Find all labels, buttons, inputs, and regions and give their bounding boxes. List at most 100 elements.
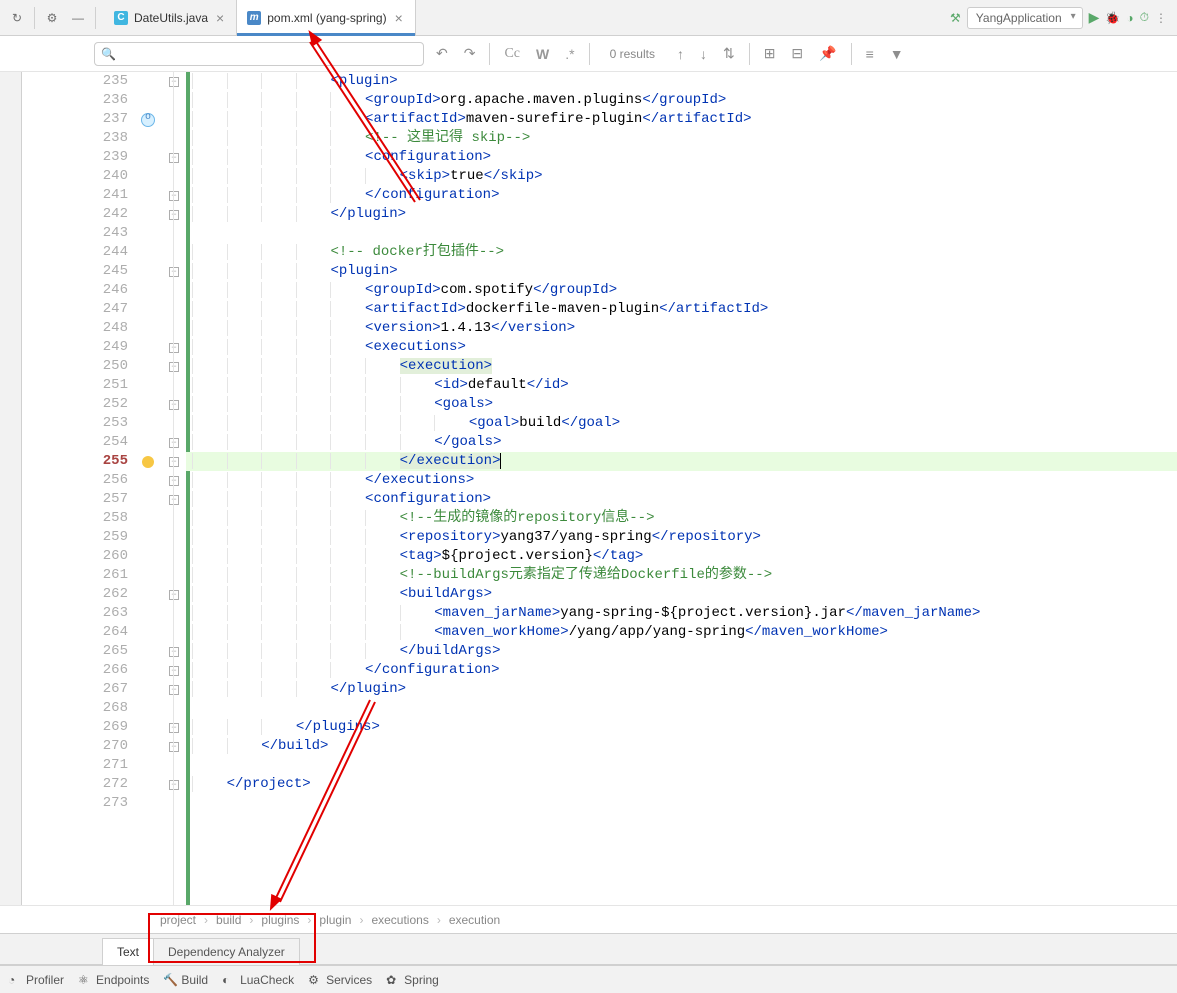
remove-selection-icon[interactable]: ⊟ bbox=[787, 45, 807, 62]
code-line[interactable]: </buildArgs> bbox=[186, 642, 1177, 661]
pin-icon[interactable]: 📌 bbox=[815, 45, 840, 62]
code-line[interactable]: <configuration> bbox=[186, 148, 1177, 167]
more-run-icon[interactable]: ⋮ bbox=[1155, 11, 1167, 25]
code-line[interactable]: </plugins> bbox=[186, 718, 1177, 737]
fold-toggle-icon[interactable]: − bbox=[169, 666, 179, 676]
fold-toggle-icon[interactable]: − bbox=[169, 343, 179, 353]
breadcrumb-item[interactable]: executions bbox=[371, 913, 428, 927]
view-tab[interactable]: Text bbox=[102, 938, 154, 965]
find-input[interactable] bbox=[120, 47, 417, 61]
editor-tab[interactable]: CDateUtils.java× bbox=[104, 0, 237, 35]
breadcrumb-item[interactable]: plugins bbox=[261, 913, 299, 927]
settings2-icon[interactable]: ≡ bbox=[862, 46, 878, 62]
code-line[interactable]: </build> bbox=[186, 737, 1177, 756]
match-case-icon[interactable]: Cc bbox=[500, 46, 524, 62]
next-occurrence-icon[interactable]: ↷ bbox=[460, 45, 480, 62]
breadcrumb[interactable]: project›build›plugins›plugin›executions›… bbox=[0, 905, 1177, 933]
code-line[interactable]: <artifactId>maven-surefire-plugin</artif… bbox=[186, 110, 1177, 129]
fold-toggle-icon[interactable]: − bbox=[169, 438, 179, 448]
code-line[interactable]: </plugin> bbox=[186, 680, 1177, 699]
settings-icon[interactable]: ⚙ bbox=[41, 7, 63, 29]
prev-occurrence-icon[interactable]: ↶ bbox=[432, 45, 452, 62]
code-line[interactable]: </configuration> bbox=[186, 186, 1177, 205]
code-line[interactable]: <configuration> bbox=[186, 490, 1177, 509]
code-line[interactable]: <executions> bbox=[186, 338, 1177, 357]
code-line[interactable] bbox=[186, 756, 1177, 775]
run-config-dropdown[interactable]: YangApplication bbox=[967, 7, 1083, 29]
add-selection-icon[interactable]: ⊞ bbox=[760, 45, 780, 62]
filter-icon[interactable]: ▼ bbox=[886, 46, 908, 62]
code-line[interactable]: <!--buildArgs元素指定了传递给Dockerfile的参数--> bbox=[186, 566, 1177, 585]
fold-toggle-icon[interactable]: − bbox=[169, 476, 179, 486]
up-arrow-icon[interactable]: ↑ bbox=[673, 46, 688, 62]
editor-tab[interactable]: mpom.xml (yang-spring)× bbox=[237, 0, 416, 35]
code-line[interactable]: </configuration> bbox=[186, 661, 1177, 680]
fold-toggle-icon[interactable]: − bbox=[169, 400, 179, 410]
code-line[interactable]: <goals> bbox=[186, 395, 1177, 414]
tool-window-button[interactable]: ✿Spring bbox=[386, 973, 439, 987]
code-line[interactable]: <id>default</id> bbox=[186, 376, 1177, 395]
code-line[interactable]: <plugin> bbox=[186, 72, 1177, 91]
view-tab[interactable]: Dependency Analyzer bbox=[153, 938, 300, 965]
code-line[interactable]: <repository>yang37/yang-spring</reposito… bbox=[186, 528, 1177, 547]
sync-icon[interactable]: ↻ bbox=[6, 7, 28, 29]
collapse-icon[interactable]: — bbox=[67, 7, 89, 29]
code-line[interactable]: <version>1.4.13</version> bbox=[186, 319, 1177, 338]
fold-toggle-icon[interactable]: − bbox=[169, 647, 179, 657]
fold-toggle-icon[interactable]: − bbox=[169, 742, 179, 752]
code-line[interactable]: </project> bbox=[186, 775, 1177, 794]
fold-toggle-icon[interactable]: − bbox=[169, 780, 179, 790]
code-line[interactable]: </executions> bbox=[186, 471, 1177, 490]
code-line[interactable]: <maven_workHome>/yang/app/yang-spring</m… bbox=[186, 623, 1177, 642]
code-line[interactable]: <!-- docker打包插件--> bbox=[186, 243, 1177, 262]
code-line[interactable] bbox=[186, 699, 1177, 718]
code-line[interactable]: <buildArgs> bbox=[186, 585, 1177, 604]
code-line[interactable]: </goals> bbox=[186, 433, 1177, 452]
breadcrumb-item[interactable]: plugin bbox=[319, 913, 351, 927]
code-line[interactable]: </plugin> bbox=[186, 205, 1177, 224]
breadcrumb-item[interactable]: build bbox=[216, 913, 241, 927]
code-line[interactable]: <!--生成的镜像的repository信息--> bbox=[186, 509, 1177, 528]
fold-toggle-icon[interactable]: − bbox=[169, 685, 179, 695]
fold-toggle-icon[interactable]: − bbox=[169, 457, 179, 467]
close-icon[interactable]: × bbox=[393, 10, 405, 26]
down-arrow-icon[interactable]: ↓ bbox=[696, 46, 711, 62]
code-line[interactable] bbox=[186, 794, 1177, 813]
code-line[interactable]: </execution> bbox=[186, 452, 1177, 471]
tool-window-button[interactable]: ⚙Services bbox=[308, 973, 372, 987]
tool-window-button[interactable]: ⚛Endpoints bbox=[78, 973, 149, 987]
close-icon[interactable]: × bbox=[214, 10, 226, 26]
code-line[interactable]: <plugin> bbox=[186, 262, 1177, 281]
regex-icon[interactable]: .* bbox=[561, 46, 578, 62]
fold-toggle-icon[interactable]: − bbox=[169, 362, 179, 372]
code-line[interactable]: <artifactId>dockerfile-maven-plugin</art… bbox=[186, 300, 1177, 319]
fold-toggle-icon[interactable]: − bbox=[169, 495, 179, 505]
run-icon[interactable]: ▶ bbox=[1089, 9, 1100, 26]
tool-window-button[interactable]: ◔Profiler bbox=[8, 973, 64, 987]
fold-toggle-icon[interactable]: − bbox=[169, 590, 179, 600]
fold-toggle-icon[interactable]: − bbox=[169, 723, 179, 733]
fold-toggle-icon[interactable]: − bbox=[169, 267, 179, 277]
code-line[interactable]: <goal>build</goal> bbox=[186, 414, 1177, 433]
code-line[interactable]: <!-- 这里记得 skip--> bbox=[186, 129, 1177, 148]
code-line[interactable] bbox=[186, 224, 1177, 243]
fold-toggle-icon[interactable]: − bbox=[169, 77, 179, 87]
breadcrumb-item[interactable]: execution bbox=[449, 913, 500, 927]
profile-run-icon[interactable]: ⏱ bbox=[1140, 10, 1149, 25]
override-gutter-icon[interactable] bbox=[141, 113, 155, 127]
fold-column[interactable]: −−−−−−−−−−−−−−−−−−− bbox=[162, 72, 186, 905]
code-line[interactable]: <maven_jarName>yang-spring-${project.ver… bbox=[186, 604, 1177, 623]
code-line[interactable]: <groupId>com.spotify</groupId> bbox=[186, 281, 1177, 300]
fold-toggle-icon[interactable]: − bbox=[169, 191, 179, 201]
debug-icon[interactable]: 🐞 bbox=[1105, 11, 1120, 25]
code-line[interactable]: <skip>true</skip> bbox=[186, 167, 1177, 186]
intention-bulb-icon[interactable] bbox=[142, 456, 154, 468]
fold-toggle-icon[interactable]: − bbox=[169, 210, 179, 220]
whole-word-icon[interactable]: W bbox=[532, 46, 553, 62]
code-line[interactable]: <groupId>org.apache.maven.plugins</group… bbox=[186, 91, 1177, 110]
tool-window-button[interactable]: ◐LuaCheck bbox=[222, 973, 294, 987]
coverage-icon[interactable]: ◑ bbox=[1126, 11, 1133, 25]
hammer-icon[interactable]: ⚒ bbox=[950, 11, 961, 25]
tool-window-button[interactable]: 🔨Build bbox=[163, 973, 208, 987]
code-line[interactable]: <tag>${project.version}</tag> bbox=[186, 547, 1177, 566]
